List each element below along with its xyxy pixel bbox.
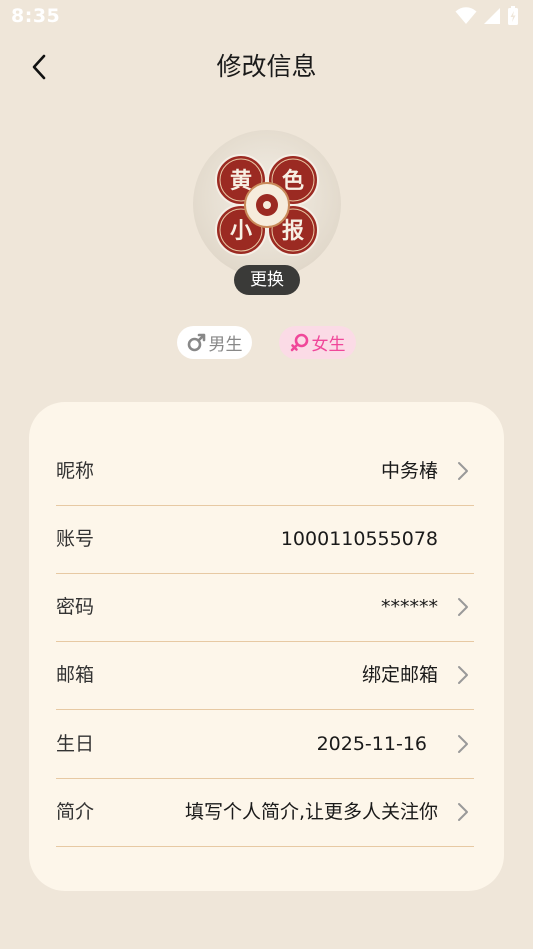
- battery-icon: [508, 6, 518, 25]
- chevron-right-icon: [458, 735, 468, 753]
- avatar[interactable]: 黄 色 小 报: [193, 130, 341, 278]
- field-value: 填写个人简介,让更多人关注你: [184, 801, 438, 823]
- field-value: 中务椿: [380, 460, 438, 482]
- logo-char-2: 色: [282, 168, 304, 194]
- logo-char-1: 黄: [230, 169, 252, 194]
- field-row-birthday[interactable]: 生日 2025-11-16: [56, 710, 474, 779]
- wifi-icon: [455, 7, 477, 24]
- chevron-right-icon: [458, 598, 468, 616]
- field-value: 1000110555078: [280, 528, 438, 550]
- gender-male-button[interactable]: 男生: [177, 326, 252, 359]
- logo-char-4: 报: [282, 219, 304, 244]
- field-row-email[interactable]: 邮箱 绑定邮箱: [56, 641, 474, 710]
- change-avatar-button[interactable]: 更换: [234, 265, 300, 295]
- field-value: 2025-11-16: [316, 733, 427, 755]
- profile-info-card: 昵称 中务椿 账号 1000110555078 密码 ****** 邮箱 绑定邮…: [29, 402, 504, 891]
- field-label: 密码: [56, 596, 95, 618]
- chevron-right-icon: [458, 462, 468, 480]
- top-bar: 修改信息: [0, 40, 533, 94]
- field-value: 绑定邮箱: [361, 664, 438, 686]
- signal-icon: [484, 8, 500, 24]
- field-row-nickname[interactable]: 昵称 中务椿: [56, 437, 474, 506]
- avatar-logo: 黄 色 小 报: [215, 154, 319, 256]
- field-label: 简介: [56, 801, 95, 823]
- field-row-account: 账号 1000110555078: [56, 505, 474, 574]
- field-label: 邮箱: [56, 664, 95, 686]
- chevron-right-icon: [458, 666, 468, 684]
- status-icons: [455, 6, 519, 26]
- gender-female-label: 女生: [311, 335, 346, 355]
- field-label: 账号: [56, 528, 95, 550]
- field-label: 生日: [56, 733, 95, 755]
- field-row-bio[interactable]: 简介 填写个人简介,让更多人关注你: [56, 778, 474, 847]
- gender-male-label: 男生: [208, 335, 243, 355]
- logo-char-3: 小: [230, 219, 252, 244]
- field-row-password[interactable]: 密码 ******: [56, 573, 474, 642]
- male-icon: [187, 333, 205, 352]
- page-title: 修改信息: [216, 52, 317, 81]
- gender-female-button[interactable]: 女生: [279, 326, 356, 359]
- status-time: 8:35: [11, 5, 61, 27]
- female-icon: [290, 333, 308, 352]
- field-label: 昵称: [56, 460, 95, 482]
- field-value: ******: [381, 596, 438, 618]
- chevron-right-icon: [458, 803, 468, 821]
- status-bar: 8:35: [0, 0, 533, 32]
